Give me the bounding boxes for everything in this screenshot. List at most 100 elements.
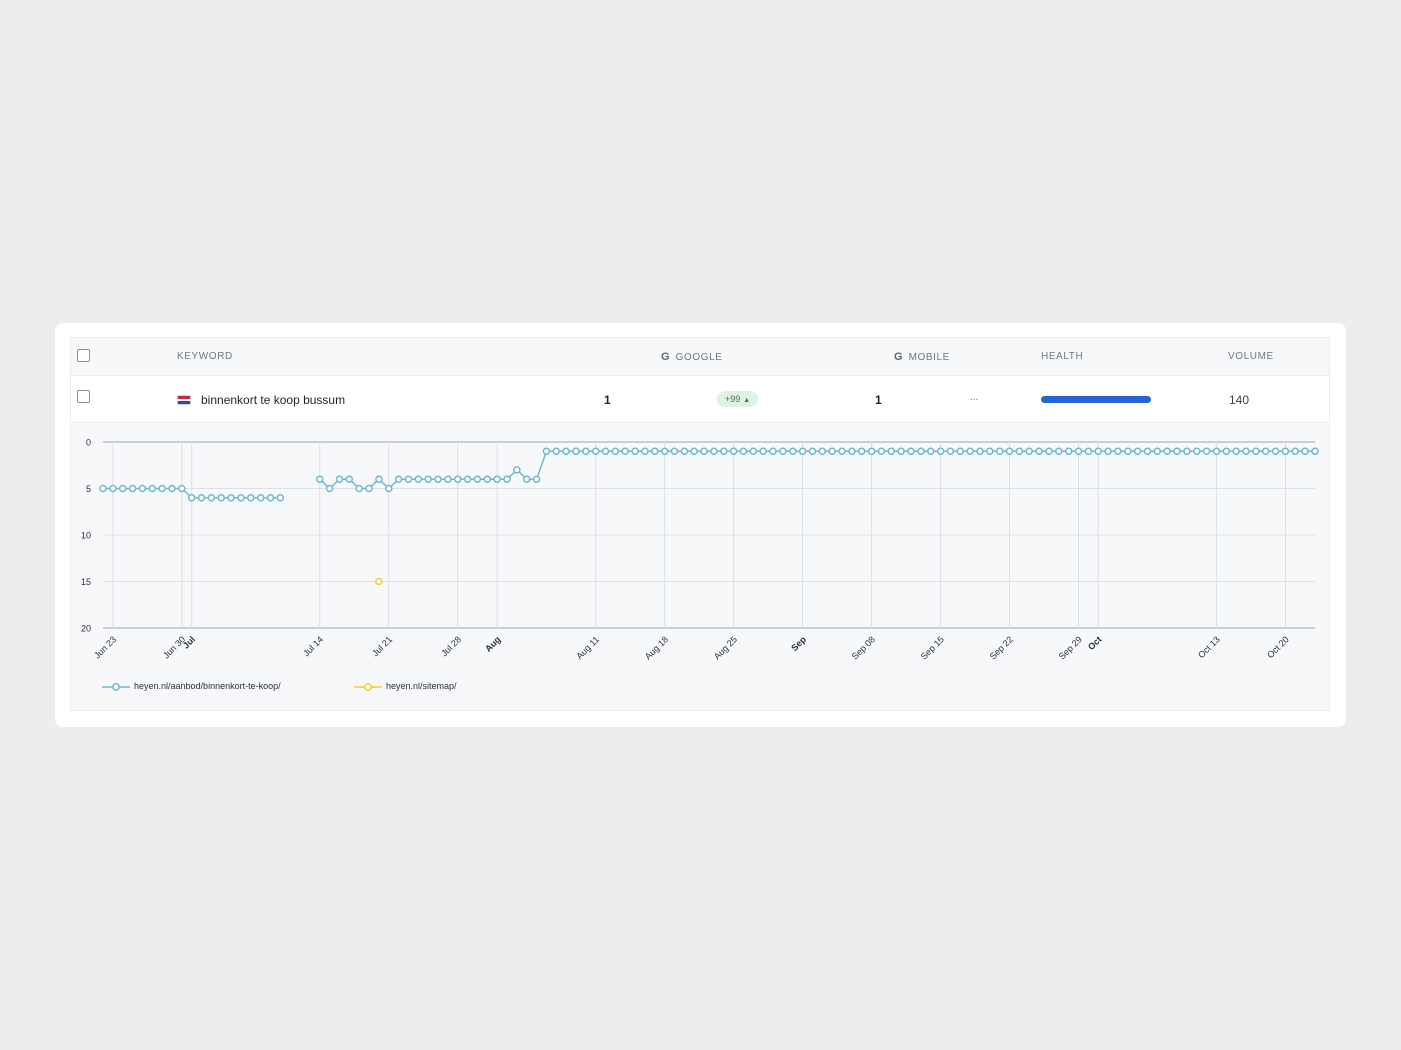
data-point-0 xyxy=(542,447,551,456)
data-point-0 xyxy=(670,447,679,456)
series-line-0 xyxy=(319,450,1315,490)
data-point-0 xyxy=(335,475,344,483)
data-point-0 xyxy=(365,484,373,493)
data-point-0 xyxy=(907,447,915,456)
data-point-0 xyxy=(345,475,354,483)
volume-value: 140 xyxy=(1229,393,1250,407)
data-point-0 xyxy=(1311,447,1319,456)
data-point-0 xyxy=(651,447,659,456)
data-point-0 xyxy=(1212,447,1221,456)
data-point-0 xyxy=(956,447,965,456)
data-point-0 xyxy=(798,447,807,456)
data-point-0 xyxy=(1301,447,1309,456)
data-point-0 xyxy=(444,475,452,483)
data-point-0 xyxy=(572,447,580,456)
table-header: KEYWORD G GOOGLE G MOBILE HEALTH VOLUME xyxy=(71,338,1329,376)
data-point-0 xyxy=(276,494,285,502)
data-point-0 xyxy=(611,447,620,456)
data-point-0 xyxy=(355,484,363,493)
data-point-0 xyxy=(739,447,748,456)
header-health[interactable]: HEALTH xyxy=(1041,351,1083,362)
data-point-0 xyxy=(808,447,817,456)
data-point-0 xyxy=(463,475,472,483)
data-point-0 xyxy=(552,447,561,456)
x-axis-labels: Jun 23 Jun 30Jul Jul 14 Jul 21 Jul 28 Aug Aug … xyxy=(92,634,1291,662)
data-point-0 xyxy=(256,494,265,502)
x-tick-label: Aug xyxy=(483,634,502,653)
x-tick-label: Jul 14 xyxy=(301,634,325,658)
data-point-0 xyxy=(532,475,541,483)
row-checkbox[interactable] xyxy=(77,390,90,403)
data-point-0 xyxy=(838,447,846,456)
data-point-0 xyxy=(453,475,462,483)
data-point-0 xyxy=(591,447,600,456)
data-point-0 xyxy=(562,447,570,456)
keyword-table: KEYWORD G GOOGLE G MOBILE HEALTH VOLUME bi… xyxy=(70,337,1330,711)
data-point-0 xyxy=(986,447,994,456)
header-mobile[interactable]: G MOBILE xyxy=(894,351,950,363)
x-tick-label: Jul 21 xyxy=(370,634,394,658)
data-point-0 xyxy=(601,447,610,456)
keyword-card: KEYWORD G GOOGLE G MOBILE HEALTH VOLUME bi… xyxy=(55,323,1346,727)
table-row[interactable]: binnenkort te koop bussum 1 +99 ▲ 1 ... 1… xyxy=(71,376,1329,423)
data-point-0 xyxy=(404,475,413,483)
data-point-0 xyxy=(660,447,669,456)
data-point-0 xyxy=(1183,447,1191,456)
data-point-0 xyxy=(1045,447,1053,456)
data-point-0 xyxy=(414,475,423,483)
mobile-extra: ... xyxy=(970,392,979,403)
data-point-0 xyxy=(138,484,147,493)
flag-netherlands-icon xyxy=(177,395,191,405)
data-point-0 xyxy=(325,484,334,493)
chart-grid xyxy=(103,441,1315,629)
x-tick-label: Oct 20 xyxy=(1265,634,1291,660)
data-point-0 xyxy=(1193,447,1201,456)
ranking-chart: 05101520 Jun 23 Jun 30Jul Jul 14 Jul 21 Jul … xyxy=(81,438,1319,662)
data-point-0 xyxy=(493,475,501,483)
header-keyword[interactable]: KEYWORD xyxy=(177,351,233,362)
data-point-0 xyxy=(99,484,107,493)
data-point-0 xyxy=(848,447,856,456)
legend-item-blue[interactable]: heyen.nl/aanbod/binnenkort-te-koop/ xyxy=(102,681,281,692)
data-point-0 xyxy=(434,475,442,483)
x-tick-label: Oct 13 xyxy=(1196,634,1222,660)
data-point-0 xyxy=(966,447,974,456)
legend-item-yellow[interactable]: heyen.nl/sitemap/ xyxy=(354,681,457,692)
data-point-0 xyxy=(227,494,235,502)
data-point-0 xyxy=(976,447,984,456)
data-point-0 xyxy=(128,484,137,493)
legend-label-blue: heyen.nl/aanbod/binnenkort-te-koop/ xyxy=(134,681,281,691)
data-point-0 xyxy=(621,447,629,456)
data-point-0 xyxy=(1094,447,1102,456)
x-tick-label: Jul xyxy=(181,634,197,650)
data-point-0 xyxy=(1232,447,1240,456)
data-point-0 xyxy=(247,494,255,502)
x-tick-label: Sep 29 xyxy=(1057,634,1084,661)
data-point-0 xyxy=(720,447,728,456)
data-point-0 xyxy=(207,494,216,502)
data-point-0 xyxy=(503,475,511,483)
header-volume[interactable]: VOLUME xyxy=(1228,351,1274,362)
data-point-0 xyxy=(1084,447,1093,456)
select-all-checkbox[interactable] xyxy=(77,349,90,362)
data-point-0 xyxy=(1074,447,1083,456)
data-point-0 xyxy=(1055,447,1063,456)
data-point-0 xyxy=(779,447,787,456)
arrow-up-icon: ▲ xyxy=(743,397,751,404)
data-point-0 xyxy=(877,447,886,456)
data-point-0 xyxy=(641,447,649,456)
data-point-0 xyxy=(897,447,905,456)
data-point-0 xyxy=(926,447,935,456)
data-point-0 xyxy=(237,494,245,502)
data-point-0 xyxy=(109,484,117,493)
data-point-0 xyxy=(168,484,176,493)
data-point-0 xyxy=(582,447,590,456)
header-google[interactable]: G GOOGLE xyxy=(661,351,723,363)
data-point-0 xyxy=(936,447,945,456)
x-tick-label: Aug 18 xyxy=(643,634,670,661)
x-tick-label: Oct xyxy=(1086,634,1104,652)
x-tick-label: Sep 22 xyxy=(988,634,1015,661)
keyword-text[interactable]: binnenkort te koop bussum xyxy=(201,393,345,407)
data-point-0 xyxy=(158,484,166,493)
chart-series xyxy=(99,447,1319,586)
